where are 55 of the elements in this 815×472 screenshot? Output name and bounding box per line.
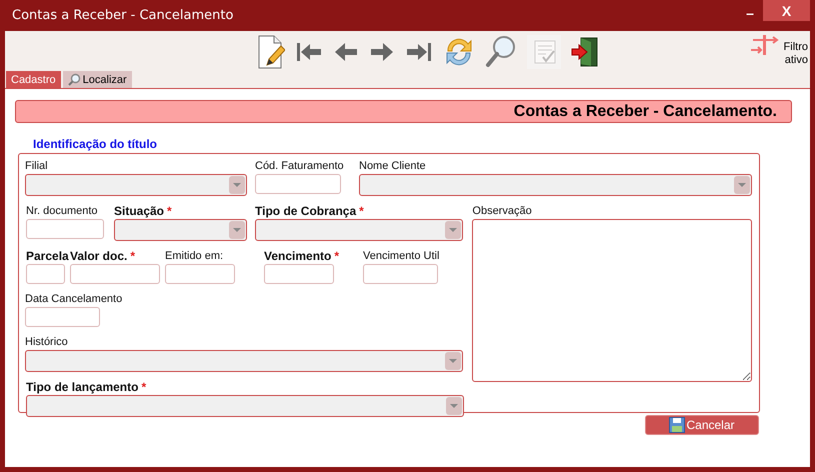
arrow-to-end-icon <box>404 41 432 63</box>
checklist-icon <box>526 35 560 69</box>
tab[interactable]: Cadastro <box>6 71 61 88</box>
cancel-button[interactable]: Cancelar <box>645 415 759 435</box>
minimize-button[interactable]: – <box>737 2 763 24</box>
input-field[interactable] <box>255 174 341 194</box>
field-label: Histórico <box>25 335 68 350</box>
dropdown-field[interactable] <box>25 174 247 196</box>
dropdown-field[interactable] <box>359 174 752 196</box>
tab[interactable]: Localizar <box>62 71 132 88</box>
field-label: Cód. Faturamento <box>255 159 344 174</box>
input-field[interactable] <box>26 219 104 239</box>
field-label: Data Cancelamento <box>25 292 122 307</box>
right-arrow-icon <box>368 41 394 63</box>
field-label: Situação * <box>114 203 172 219</box>
input-field[interactable] <box>165 264 235 284</box>
field-label: Nome Cliente <box>359 159 426 174</box>
caret-icon <box>446 397 462 415</box>
dropdown-field[interactable] <box>114 219 247 241</box>
caret-icon <box>229 176 245 194</box>
field-label: Emitido em: <box>165 249 224 264</box>
input-field[interactable] <box>363 264 438 284</box>
input-field[interactable] <box>26 264 65 284</box>
window-title: Contas a Receber - Cancelamento <box>12 8 234 23</box>
input-field[interactable] <box>70 264 160 284</box>
left-arrow-icon <box>332 41 358 63</box>
field-label: Vencimento * <box>264 248 340 264</box>
search-icon <box>484 35 516 69</box>
close-button[interactable]: X <box>763 0 810 21</box>
caret-icon <box>445 221 461 239</box>
filter-status[interactable]: Filtro ativo <box>750 41 808 67</box>
search-icon <box>68 73 81 86</box>
field-label: Parcela <box>26 248 69 264</box>
exit-door-icon <box>570 36 598 68</box>
input-field[interactable] <box>264 264 334 284</box>
field-label: Filial <box>25 159 48 174</box>
document-pencil-icon <box>256 35 284 69</box>
field-label: Observação <box>472 204 532 219</box>
caret-icon <box>229 221 245 239</box>
caret-icon <box>734 176 750 194</box>
dropdown-field[interactable] <box>25 350 463 372</box>
field-label: Nr. documento <box>26 204 98 219</box>
field-label: Vencimento Util <box>363 249 440 264</box>
observation-field[interactable] <box>472 219 752 382</box>
dropdown-field[interactable] <box>255 219 463 241</box>
caret-icon <box>445 352 461 370</box>
input-field[interactable] <box>25 307 100 327</box>
page-header: Contas a Receber - Cancelamento. <box>15 100 792 123</box>
filter-icon <box>750 33 780 57</box>
dropdown-field[interactable] <box>26 395 464 417</box>
field-label: Tipo de Cobrança * <box>255 203 364 219</box>
section-title: Identificação do título <box>33 137 158 153</box>
field-label: Valor doc. * <box>70 248 136 264</box>
arrow-to-start-icon <box>294 41 322 63</box>
field-label: Tipo de lançamento * <box>26 379 146 395</box>
